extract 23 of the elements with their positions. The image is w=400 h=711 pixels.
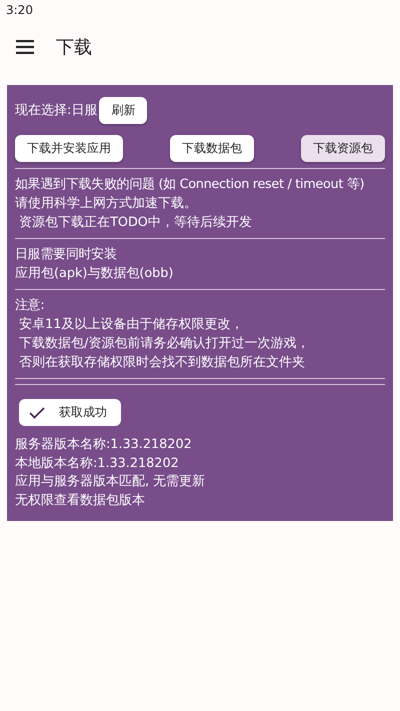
notice-text: 否则在获取存储权限时会找不到数据包所在文件夹 [18,354,306,372]
notice-text: 请使用科学上网方式加速下载。 [15,195,198,213]
notice-text: 应用包(apk)与数据包(obb) [15,265,174,283]
permission-chip[interactable]: 获取成功 [19,399,121,426]
notice-text: 安卓11及以上设备由于储存权限更改， [18,316,244,334]
selection-label: 现在选择:日服 [15,102,98,120]
version-text: 应用与服务器版本匹配, 无需更新 [15,473,206,491]
version-text: 无权限查看数据包版本 [15,492,146,510]
version-text: 本地版本名称:1.33.218202 [15,454,180,472]
checkmark-icon [29,406,45,418]
notice-text: 下载数据包/资源包前请务必确认打开过一次游戏， [18,335,310,353]
version-text: 服务器版本名称:1.33.218202 [15,436,193,454]
download-button[interactable]: 下载数据包 [170,135,254,162]
notice-text: 如果遇到下载失败的问题 (如 Connection reset / timeout 等) [15,176,366,194]
status-time: 3:20 [6,3,33,17]
refresh-button[interactable]: 刷新 [99,97,148,124]
menu-icon[interactable] [16,40,34,54]
app-bar-title: 下载 [56,36,92,59]
download-button[interactable]: 下载资源包 [301,135,385,162]
notice-text: 注意: [15,297,46,315]
notice-text: 日服需要同时安装 [15,246,118,264]
notice-text: 资源包下载正在TODO中，等待后续开发 [18,214,253,232]
download-button[interactable]: 下载并安装应用 [15,135,123,162]
